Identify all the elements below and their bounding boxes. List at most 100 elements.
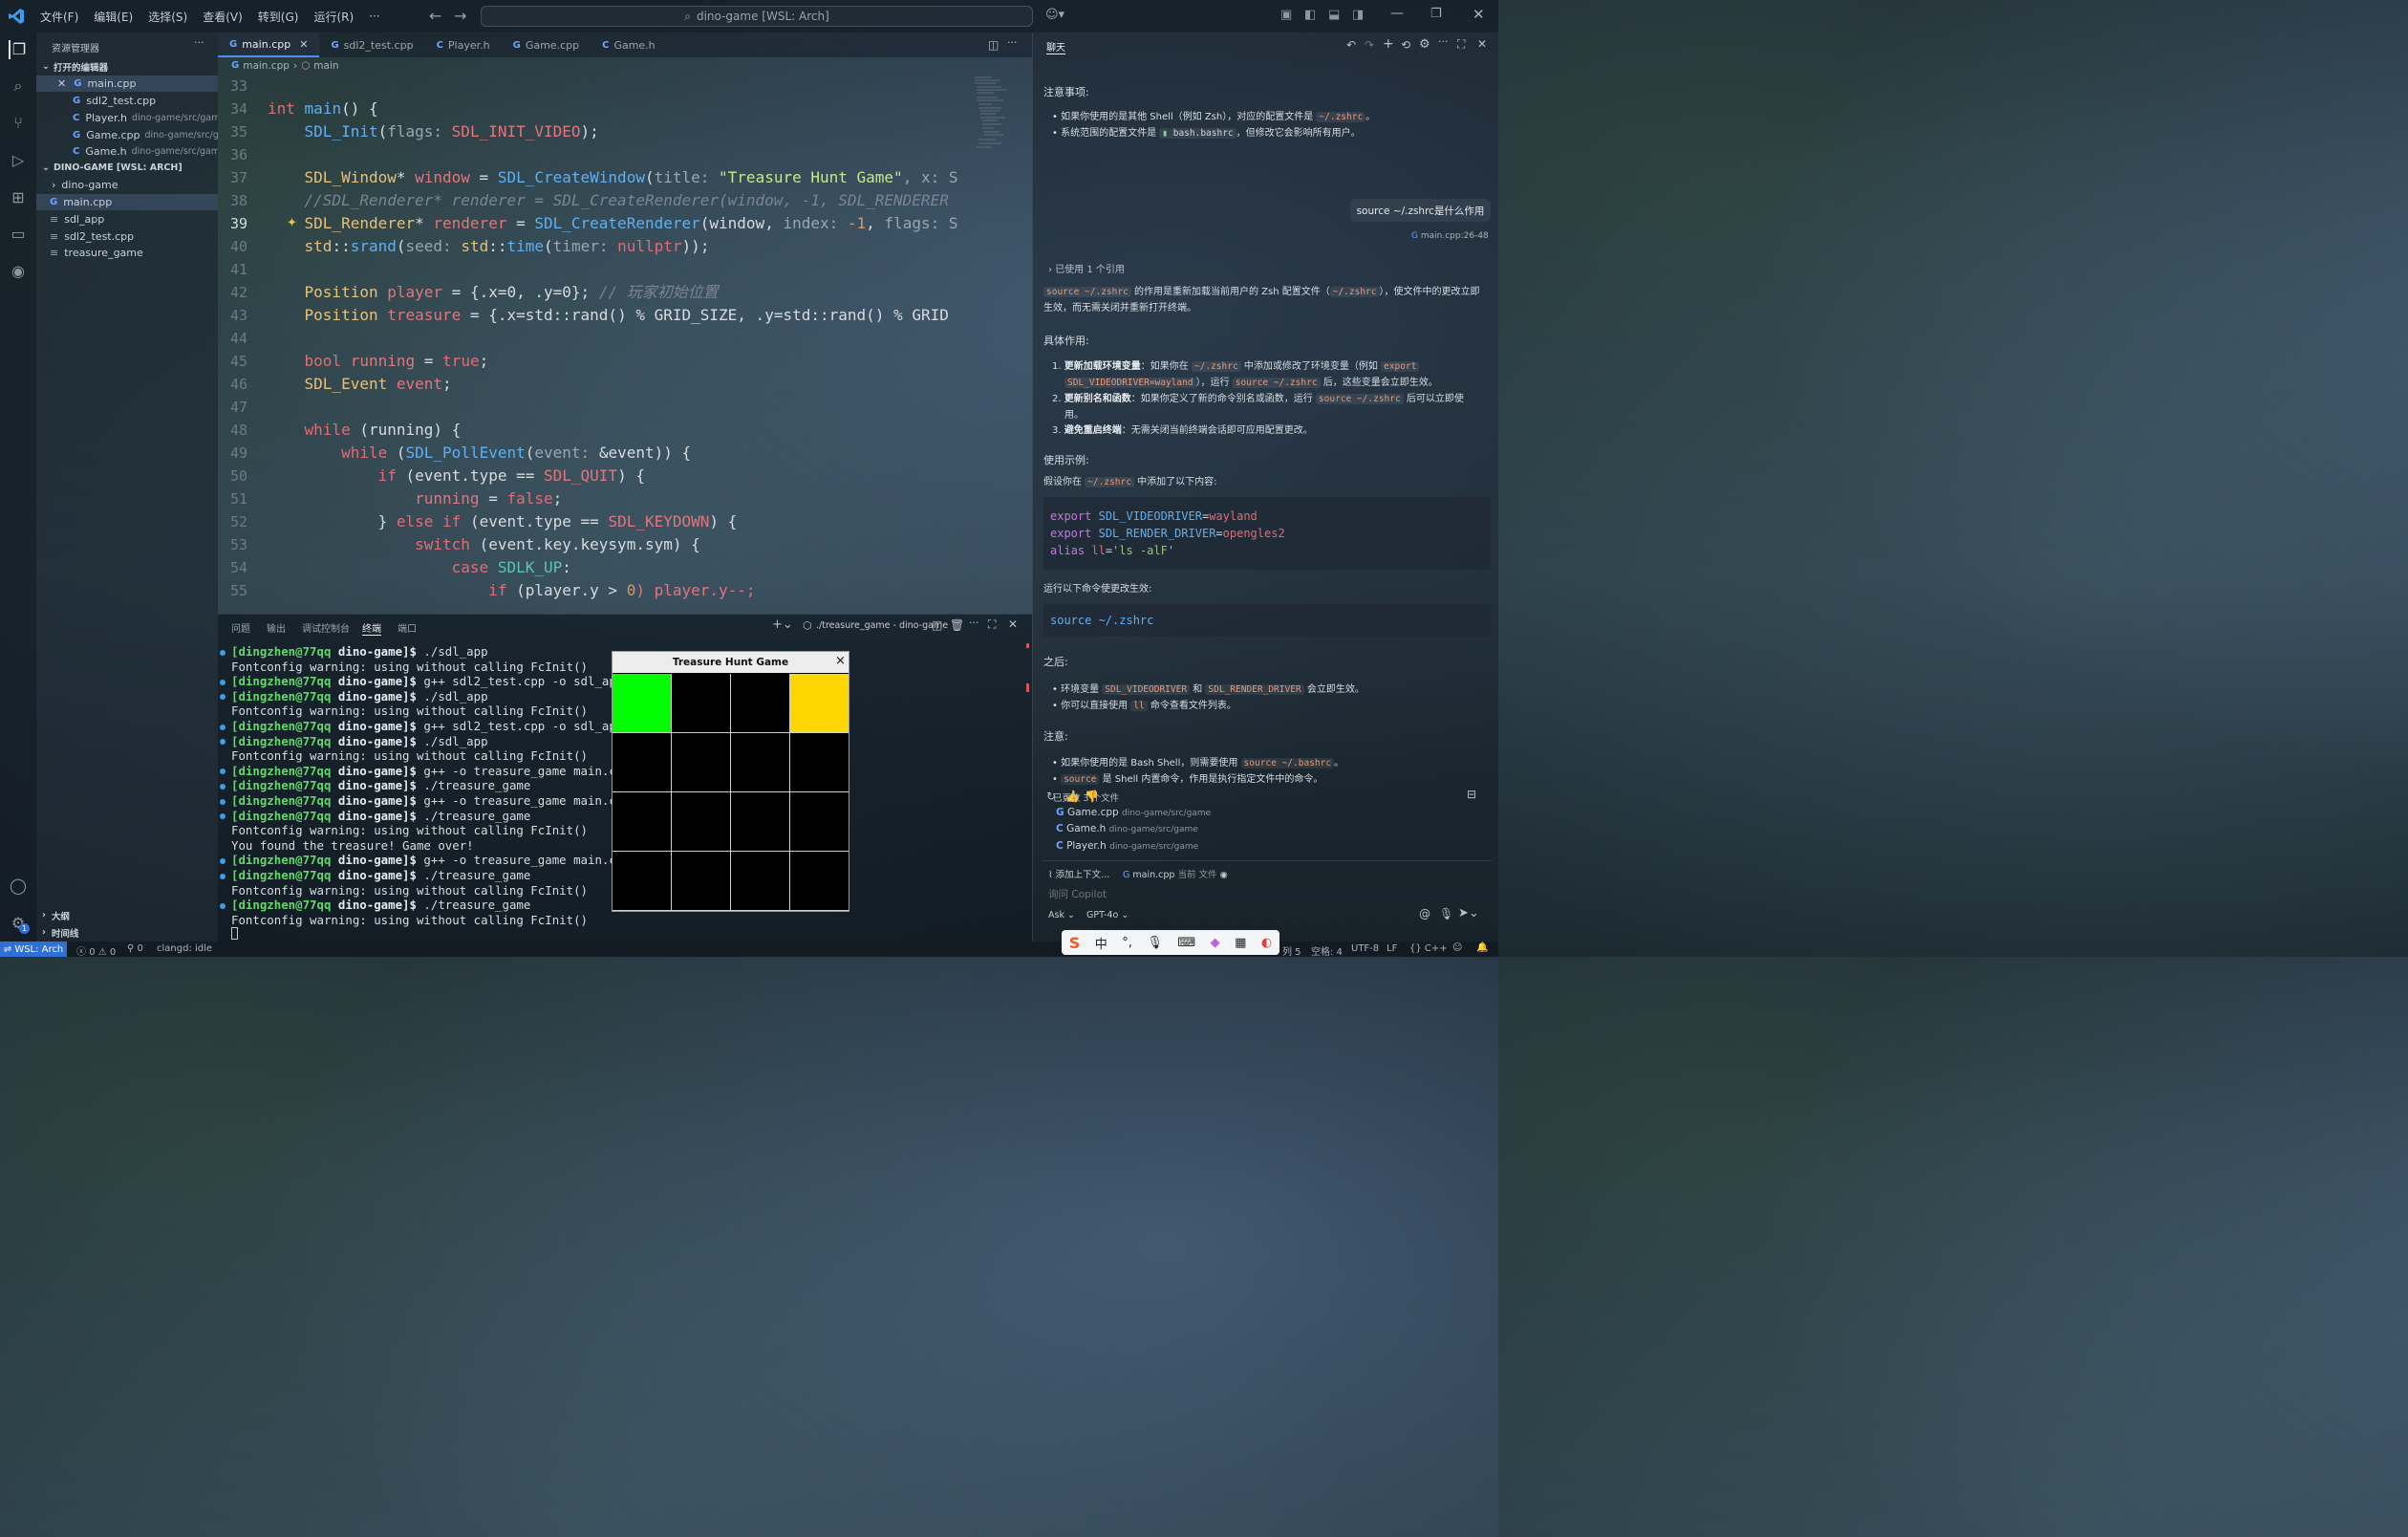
command-status-icon[interactable]	[220, 873, 226, 879]
copilot-status-icon[interactable]: ☺	[1452, 942, 1462, 953]
panel-more-icon[interactable]: ···	[969, 617, 979, 629]
keyboard-icon[interactable]: ⌨	[1177, 936, 1195, 950]
editor-more-icon[interactable]: ···	[1007, 36, 1018, 49]
tree-file-treasure-game[interactable]: ≡ treasure_game	[36, 245, 218, 261]
command-status-icon[interactable]	[220, 694, 226, 701]
minimap[interactable]	[973, 75, 1022, 189]
tree-file-sdl2-test[interactable]: ≡ sdl2_test.cpp	[36, 228, 218, 245]
chat-settings-icon[interactable]: ⚙	[1419, 37, 1430, 52]
tab-ports[interactable]: 端口	[398, 620, 417, 635]
command-status-icon[interactable]	[220, 768, 226, 775]
tab-problems[interactable]: 问题	[231, 620, 250, 635]
files-icon[interactable]: ❐	[9, 40, 28, 59]
close-icon[interactable]: ✕	[299, 38, 308, 51]
command-status-icon[interactable]	[220, 813, 226, 820]
new-terminal-icon[interactable]: +⌄	[772, 617, 793, 632]
extensions-icon[interactable]: ⊞	[9, 188, 28, 207]
command-center-search[interactable]: ⌕ dino-game [WSL: Arch]	[481, 6, 1033, 27]
source-control-icon[interactable]: ⑂	[9, 114, 28, 133]
search-icon[interactable]: ⌕	[9, 76, 28, 96]
changed-files-action-icon[interactable]: ⊟	[1467, 788, 1476, 801]
lightbulb-icon[interactable]: ✦	[287, 216, 297, 230]
toggle-layout-icon[interactable]: ▣	[1280, 8, 1292, 22]
command-status-icon[interactable]	[220, 902, 226, 909]
account-icon[interactable]: ◯	[9, 877, 28, 896]
command-status-icon[interactable]	[220, 857, 226, 864]
menu-selection[interactable]: 选择(S)	[140, 9, 195, 25]
model-select[interactable]: GPT-4o ⌄	[1086, 910, 1129, 920]
game-close-button[interactable]: ×	[835, 654, 846, 668]
tab-sdl2-test[interactable]: G sdl2_test.cpp	[319, 32, 424, 57]
tree-folder-dino-game[interactable]: › dino-game	[36, 177, 218, 193]
tree-file-sdl-app[interactable]: ≡ sdl_app	[36, 211, 218, 227]
maximize-panel-icon[interactable]: ⛶	[988, 617, 996, 632]
menu-run[interactable]: 运行(R)	[306, 9, 361, 25]
breadcrumb-file[interactable]: main.cpp	[243, 60, 290, 72]
minimize-icon[interactable]: —	[1390, 6, 1404, 21]
ime-extra-icon[interactable]: ◐	[1261, 936, 1272, 950]
tab-game-cpp[interactable]: G Game.cpp	[502, 32, 591, 57]
bell-icon[interactable]: 🔔	[1476, 942, 1488, 953]
command-status-icon[interactable]	[220, 724, 226, 730]
terminal-name[interactable]: ./treasure_game - dino-game	[816, 620, 948, 631]
open-editor-player-h[interactable]: C Player.h dino-game/src/game	[36, 110, 218, 126]
command-status-icon[interactable]	[220, 783, 226, 790]
maximize-chat-icon[interactable]: ⛶	[1457, 37, 1465, 52]
tab-player-h[interactable]: C Player.h	[425, 32, 502, 57]
open-editors-header[interactable]: ⌄ 打开的编辑器	[36, 58, 218, 75]
tree-file-main-cpp[interactable]: G main.cpp	[36, 194, 218, 210]
treasure-hunt-window[interactable]: Treasure Hunt Game ×	[612, 651, 849, 912]
chat-more-icon[interactable]: ···	[1438, 35, 1449, 48]
command-status-icon[interactable]	[220, 739, 226, 746]
run-debug-icon[interactable]: ▷	[9, 151, 28, 170]
add-context-button[interactable]: ⌇ 添加上下文...	[1048, 867, 1109, 880]
tab-game-h[interactable]: C Game.h	[591, 32, 667, 57]
voice-icon[interactable]: 🎙	[1147, 936, 1163, 950]
menu-go[interactable]: 转到(G)	[250, 9, 307, 25]
ime-mode-chinese[interactable]: 中	[1095, 934, 1107, 952]
microphone-icon[interactable]: 🎙	[1439, 907, 1453, 920]
outline-header[interactable]: › 大纲	[36, 907, 218, 923]
cursor-column[interactable]: 列 5	[1282, 943, 1301, 958]
tab-output[interactable]: 输出	[267, 620, 286, 635]
toggle-sidebar-icon[interactable]: ◧	[1304, 8, 1316, 22]
command-status-icon[interactable]	[220, 679, 226, 685]
current-file-chip[interactable]: G main.cpp 当前 文件 ◉	[1123, 867, 1228, 880]
code-editor[interactable]: 33 34 int main() { 35 SDL_Init(flags: SDL…	[218, 75, 973, 606]
nav-forward-icon[interactable]: →	[454, 7, 466, 25]
close-panel-icon[interactable]: ✕	[1008, 617, 1018, 631]
game-title-bar[interactable]: Treasure Hunt Game	[613, 652, 849, 673]
copilot-icon[interactable]: ☺▾	[1045, 8, 1064, 22]
open-editor-sdl2-test[interactable]: G sdl2_test.cpp	[36, 93, 218, 109]
nav-back-icon[interactable]: ←	[429, 7, 441, 25]
restore-icon[interactable]: ❐	[1430, 7, 1442, 21]
sogou-logo-icon[interactable]: S	[1069, 934, 1081, 952]
changed-file-item[interactable]: C Player.h dino-game/src/game	[1056, 840, 1198, 852]
tab-debug-console[interactable]: 调试控制台	[302, 620, 350, 635]
clangd-status[interactable]: clangd: idle	[157, 943, 212, 954]
problems-indicator[interactable]: ⓧ 0 ⚠ 0	[76, 943, 116, 958]
workspace-header[interactable]: ⌄ DINO-GAME [WSL: ARCH]	[36, 160, 218, 176]
remote-explorer-icon[interactable]: ▭	[9, 225, 28, 244]
split-terminal-icon[interactable]: ◫	[932, 618, 942, 632]
ports-indicator[interactable]: ⚲ 0	[127, 943, 143, 954]
end-of-line[interactable]: LF	[1387, 943, 1397, 954]
punctuation-icon[interactable]: °,	[1122, 936, 1132, 950]
mode-select[interactable]: Ask ⌄	[1048, 910, 1075, 920]
toggle-secondary-sidebar-icon[interactable]: ◨	[1352, 8, 1364, 22]
menu-more[interactable]: ···	[361, 10, 387, 23]
toggle-panel-icon[interactable]: ⬓	[1328, 8, 1340, 22]
close-icon[interactable]: ✕	[57, 77, 66, 90]
changed-file-item[interactable]: G Game.cpp dino-game/src/game	[1056, 807, 1211, 818]
user-reference[interactable]: G main.cpp:26-48	[1411, 231, 1489, 241]
menu-file[interactable]: 文件(F)	[32, 9, 86, 25]
close-window-icon[interactable]: ✕	[1473, 6, 1485, 23]
open-editor-game-h[interactable]: C Game.h dino-game/src/game	[36, 143, 218, 160]
history-icon[interactable]: ⟲	[1401, 38, 1410, 52]
remote-indicator[interactable]: ⇌ WSL: Arch	[0, 942, 67, 957]
skin-icon[interactable]: ◆	[1211, 936, 1220, 950]
encoding[interactable]: UTF-8	[1351, 943, 1379, 954]
new-chat-icon[interactable]: +	[1383, 36, 1394, 52]
send-icon[interactable]: ➤⌄	[1458, 906, 1479, 920]
copilot-chat-icon[interactable]: ◉	[9, 262, 28, 281]
